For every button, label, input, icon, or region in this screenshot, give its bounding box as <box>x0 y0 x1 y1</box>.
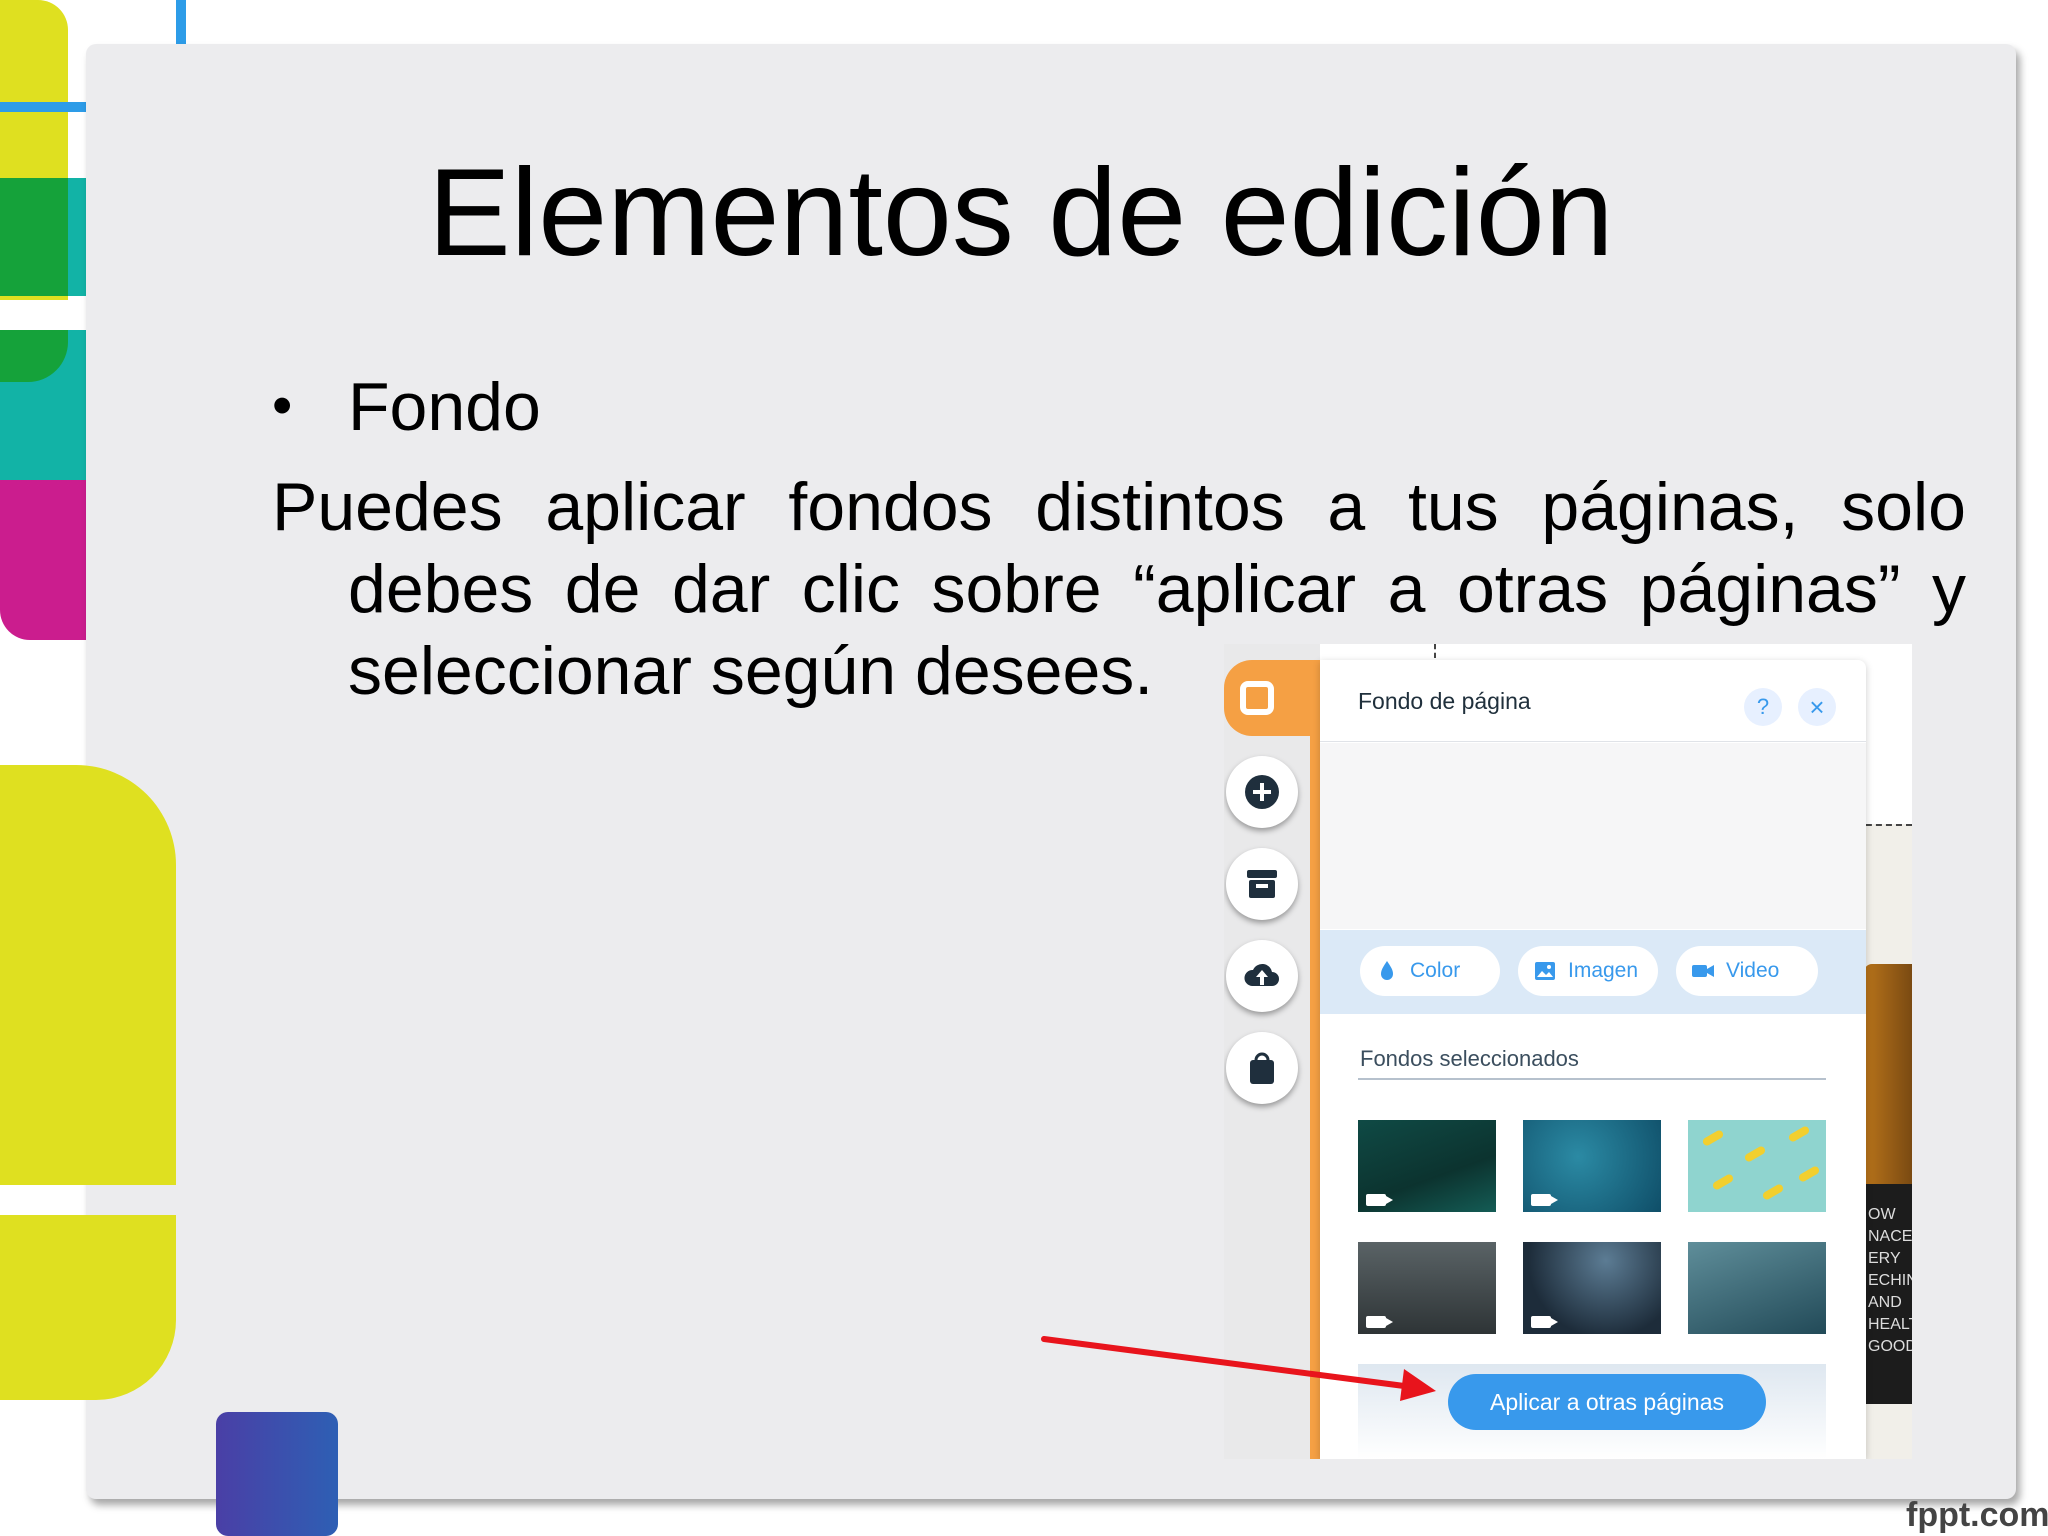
bag-button[interactable] <box>1226 1032 1298 1104</box>
bottle-image <box>1864 964 1912 1184</box>
color-label: Color <box>1410 959 1461 982</box>
background-thumbnail[interactable] <box>1358 1120 1496 1212</box>
deco-purple-block <box>216 1412 338 1536</box>
background-type-bar: Color Imagen Video <box>1320 930 1866 1014</box>
upload-button[interactable] <box>1226 940 1298 1012</box>
paragraph-line-2: debes de dar clic sobre “aplicar a otras… <box>348 551 1966 627</box>
image-button[interactable]: Imagen <box>1518 946 1658 996</box>
upload-icon <box>1244 963 1279 986</box>
store-icon <box>1247 870 1277 898</box>
background-icon <box>1240 681 1274 715</box>
video-camera-icon <box>1531 1316 1558 1328</box>
bottle-label: OW NACE ERY ECHINAC AND HEALTH GOOD <box>1864 1184 1912 1404</box>
background-thumbnail[interactable] <box>1358 1242 1496 1334</box>
image-label: Imagen <box>1568 959 1639 982</box>
video-camera-icon <box>1366 1194 1393 1206</box>
background-thumbnail[interactable] <box>1688 1242 1826 1334</box>
bullet-marker: • <box>272 373 293 438</box>
add-button[interactable] <box>1226 756 1298 828</box>
panel-title: Fondo de página <box>1358 688 1531 714</box>
help-button[interactable]: ? <box>1744 688 1782 726</box>
deco-green-block <box>0 178 68 296</box>
video-camera-icon <box>1531 1194 1558 1206</box>
slide-title: Elementos de edición <box>428 144 1614 282</box>
section-divider <box>1358 1078 1826 1080</box>
video-button[interactable]: Video <box>1676 946 1818 996</box>
close-button[interactable]: × <box>1798 688 1836 726</box>
image-icon <box>1535 962 1555 980</box>
watermark: fppt.com <box>1906 1496 2048 1534</box>
color-button[interactable]: Color <box>1360 946 1500 996</box>
deco-yellow-block-mid <box>0 765 176 1185</box>
bag-icon <box>1250 1052 1274 1084</box>
video-label: Video <box>1726 959 1780 982</box>
paragraph-line-1: Puedes aplicar fondos distintos a tus pá… <box>272 469 1966 545</box>
red-arrow-annotation <box>1041 1336 1436 1401</box>
apply-to-other-pages-button[interactable]: Aplicar a otras páginas <box>1448 1374 1766 1430</box>
bullet-fondo: Fondo <box>348 369 541 445</box>
add-icon <box>1245 775 1279 809</box>
background-thumbnail[interactable] <box>1688 1120 1826 1212</box>
background-thumbnail[interactable] <box>1523 1120 1661 1212</box>
video-camera-icon <box>1692 965 1714 977</box>
background-button[interactable] <box>1224 660 1320 736</box>
panel-header: Fondo de página ? × <box>1320 660 1866 742</box>
store-button[interactable] <box>1226 848 1298 920</box>
selected-backgrounds-label: Fondos seleccionados <box>1360 1046 1579 1071</box>
background-thumbnail[interactable] <box>1523 1242 1661 1334</box>
deco-yellow-block-bottom <box>0 1215 176 1400</box>
background-preview <box>1320 743 1866 929</box>
droplet-icon <box>1381 961 1393 980</box>
guide-line-vertical <box>1434 644 1436 658</box>
